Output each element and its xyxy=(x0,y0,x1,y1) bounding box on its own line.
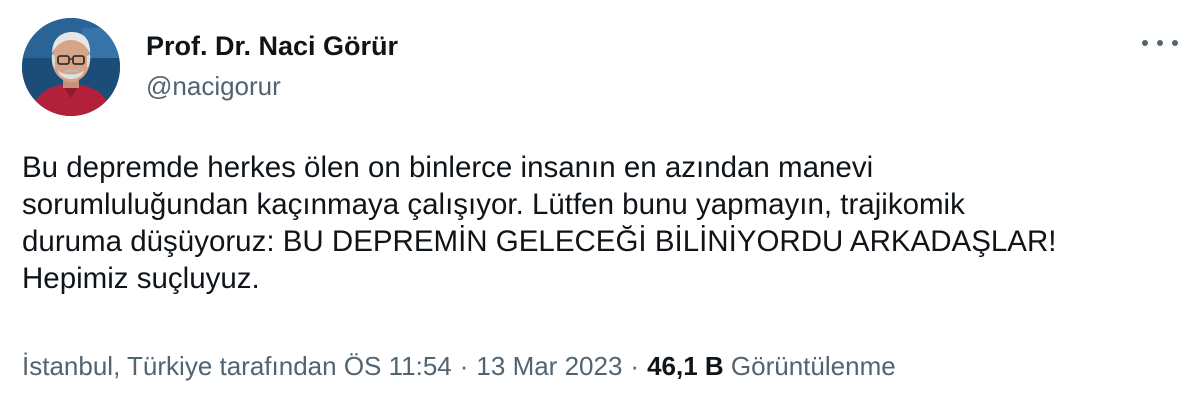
meta-separator: · xyxy=(459,351,469,381)
views-label: Görüntülenme xyxy=(730,351,896,381)
views-count[interactable]: 46,1 B xyxy=(647,351,724,381)
tweet-text: Bu depremde herkes ölen on binlerce insa… xyxy=(22,151,1057,295)
more-icon[interactable] xyxy=(1140,30,1180,56)
tweet-meta: İstanbul, Türkiye tarafından ÖS 11:54 · 13… xyxy=(22,349,896,383)
author-display-name[interactable]: Prof. Dr. Naci Görür xyxy=(146,29,398,63)
more-dot xyxy=(1172,40,1178,46)
more-dot xyxy=(1157,40,1163,46)
meta-separator: · xyxy=(630,351,640,381)
avatar-image xyxy=(22,18,120,116)
tweet: Prof. Dr. Naci Görür @nacigorur Bu depre… xyxy=(0,0,1200,409)
author-names: Prof. Dr. Naci Görür @nacigorur xyxy=(146,29,398,103)
tweet-date[interactable]: 13 Mar 2023 xyxy=(476,351,622,381)
avatar[interactable] xyxy=(22,18,120,116)
author-handle[interactable]: @nacigorur xyxy=(146,69,398,103)
tweet-location-time[interactable]: İstanbul, Türkiye tarafından ÖS 11:54 xyxy=(22,351,452,381)
tweet-header: Prof. Dr. Naci Görür @nacigorur xyxy=(22,18,1180,118)
more-dot xyxy=(1142,40,1148,46)
